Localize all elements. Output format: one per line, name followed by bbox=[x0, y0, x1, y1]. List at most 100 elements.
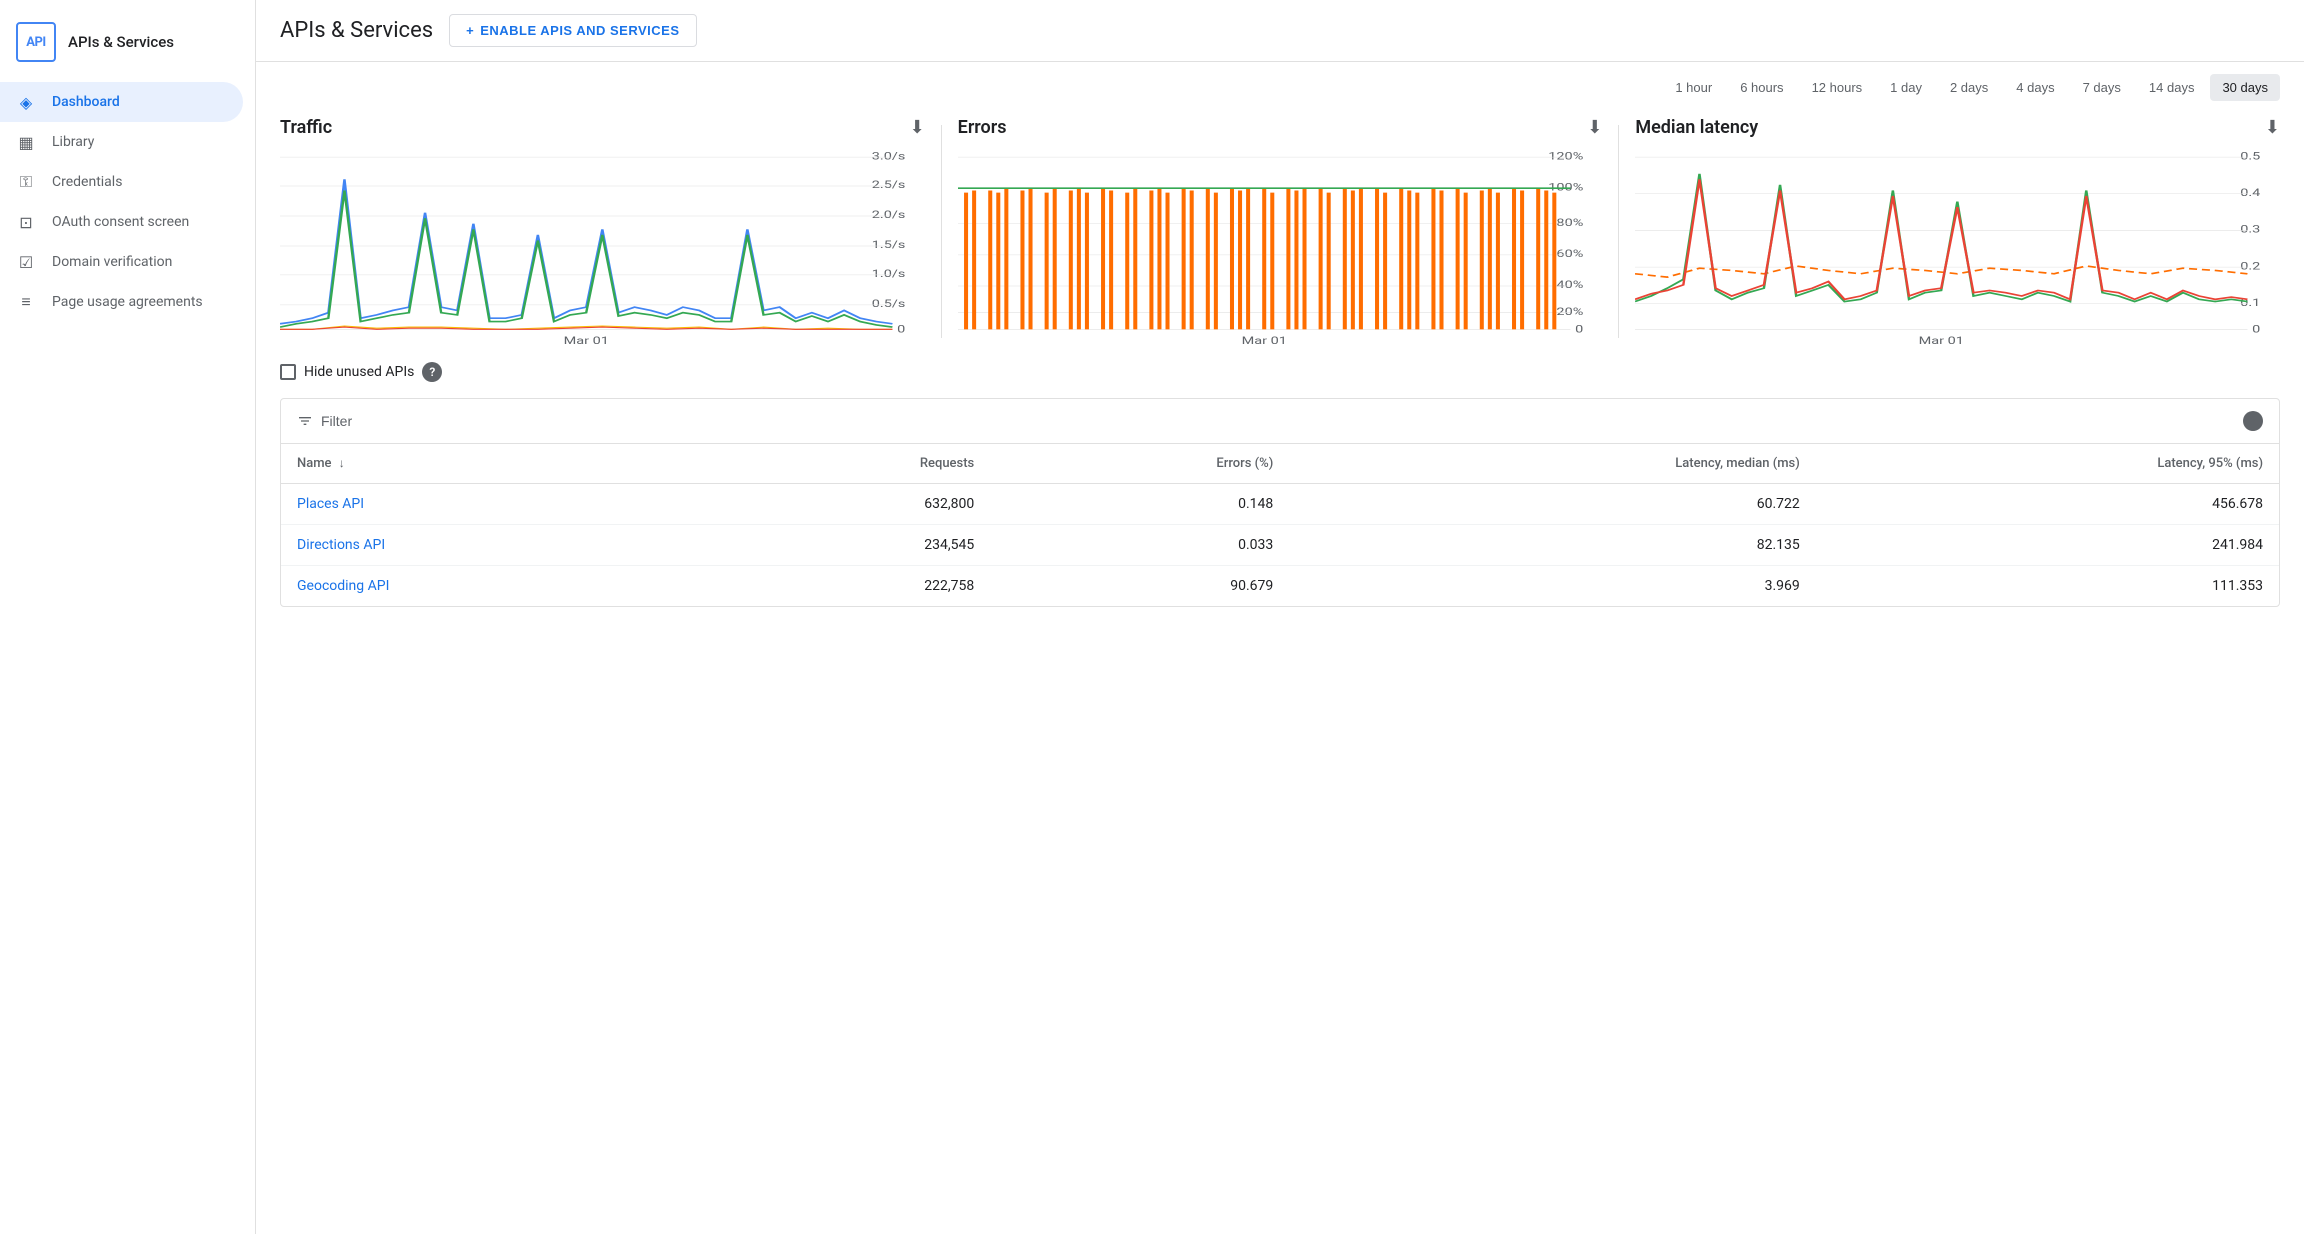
svg-text:2.5/s: 2.5/s bbox=[872, 179, 906, 191]
api-logo: API bbox=[16, 22, 56, 62]
cell-name[interactable]: Directions API bbox=[281, 525, 700, 566]
credentials-nav-label: Credentials bbox=[52, 174, 122, 190]
time-filter-4-days[interactable]: 4 days bbox=[2004, 74, 2066, 101]
cell-requests: 222,758 bbox=[700, 566, 991, 607]
time-filter-2-days[interactable]: 2 days bbox=[1938, 74, 2000, 101]
sidebar-nav: ◈ Dashboard ▦ Library ⚿Credentials ⊡ OAuth con… bbox=[0, 82, 255, 322]
traffic-chart-container: Traffic ⬇ 3.0/s 2.5/s 2.0/s 1.5/s 1.0/s … bbox=[280, 117, 941, 346]
svg-text:0: 0 bbox=[1575, 324, 1583, 336]
svg-text:0: 0 bbox=[2253, 324, 2261, 336]
time-filter-14-days[interactable]: 14 days bbox=[2137, 74, 2207, 101]
filter-label: Filter bbox=[321, 413, 352, 429]
domain-nav-label: Domain verification bbox=[52, 254, 172, 270]
latency-chart-container: Median latency ⬇ 0.5 0.4 0.3 0.2 0.1 0 bbox=[1619, 117, 2280, 346]
sidebar-item-page-usage[interactable]: ≡ Page usage agreements bbox=[0, 282, 243, 322]
cell-errors: 90.679 bbox=[990, 566, 1289, 607]
errors-chart-title: Errors bbox=[958, 117, 1007, 138]
latency-chart-title: Median latency bbox=[1635, 117, 1758, 138]
time-filter-1-hour[interactable]: 1 hour bbox=[1663, 74, 1724, 101]
page-usage-nav-icon: ≡ bbox=[16, 292, 36, 312]
cell-latency-95: 456.678 bbox=[1816, 484, 2279, 525]
table-row: Places API 632,800 0.148 60.722 456.678 bbox=[281, 484, 2279, 525]
dashboard-nav-label: Dashboard bbox=[52, 94, 120, 110]
svg-text:0.2: 0.2 bbox=[2241, 261, 2261, 273]
table-toolbar: Filter ? bbox=[281, 399, 2279, 444]
col-latency-median: Latency, median (ms) bbox=[1289, 444, 1816, 484]
sidebar: API APIs & Services ◈ Dashboard ▦ Library ⚿C… bbox=[0, 0, 256, 1234]
enable-btn-label: ENABLE APIS AND SERVICES bbox=[480, 23, 679, 38]
sidebar-item-oauth[interactable]: ⊡ OAuth consent screen bbox=[0, 202, 243, 242]
hide-unused-label: Hide unused APIs bbox=[304, 364, 414, 380]
oauth-nav-icon: ⊡ bbox=[16, 212, 36, 232]
table-section: Hide unused APIs ? Filter ? Name bbox=[256, 362, 2304, 631]
sidebar-item-domain[interactable]: ☑Domain verification bbox=[0, 242, 243, 282]
latency-chart-header: Median latency ⬇ bbox=[1635, 117, 2280, 138]
api-table-wrapper: Filter ? Name ↓ Requests Errors (%) Late… bbox=[280, 398, 2280, 607]
enable-apis-button[interactable]: + ENABLE APIS AND SERVICES bbox=[449, 14, 696, 47]
traffic-chart: 3.0/s 2.5/s 2.0/s 1.5/s 1.0/s 0.5/s 0 bbox=[280, 146, 925, 346]
hide-unused-help-icon[interactable]: ? bbox=[422, 362, 442, 382]
sidebar-title: APIs & Services bbox=[68, 33, 174, 51]
svg-text:0.4: 0.4 bbox=[2241, 187, 2261, 199]
svg-text:1.0/s: 1.0/s bbox=[872, 268, 906, 280]
oauth-nav-label: OAuth consent screen bbox=[52, 214, 189, 230]
svg-text:40%: 40% bbox=[1556, 279, 1583, 291]
latency-chart: 0.5 0.4 0.3 0.2 0.1 0 bbox=[1635, 146, 2280, 346]
svg-text:80%: 80% bbox=[1556, 217, 1583, 229]
time-filter-bar: 1 hour6 hours12 hours1 day2 days4 days7 … bbox=[256, 62, 2304, 101]
cell-errors: 0.148 bbox=[990, 484, 1289, 525]
svg-text:Mar 01: Mar 01 bbox=[1241, 335, 1286, 346]
svg-text:60%: 60% bbox=[1556, 248, 1583, 260]
time-filter-7-days[interactable]: 7 days bbox=[2071, 74, 2133, 101]
sidebar-item-library[interactable]: ▦ Library bbox=[0, 122, 243, 162]
api-table: Name ↓ Requests Errors (%) Latency, medi… bbox=[281, 444, 2279, 606]
svg-text:Mar 01: Mar 01 bbox=[1919, 335, 1964, 346]
svg-text:20%: 20% bbox=[1556, 306, 1583, 318]
svg-text:2.0/s: 2.0/s bbox=[872, 209, 906, 221]
cell-latency-median: 82.135 bbox=[1289, 525, 1816, 566]
errors-chart-container: Errors ⬇ 120% 100% 80% 60% 40% 20% 0 bbox=[942, 117, 1619, 346]
sort-icon[interactable]: ↓ bbox=[339, 456, 345, 470]
charts-area: Traffic ⬇ 3.0/s 2.5/s 2.0/s 1.5/s 1.0/s … bbox=[256, 101, 2304, 362]
errors-download-icon[interactable]: ⬇ bbox=[1587, 117, 1602, 138]
main-content: APIs & Services + ENABLE APIS AND SERVIC… bbox=[256, 0, 2304, 1234]
svg-text:0.5/s: 0.5/s bbox=[872, 298, 906, 310]
svg-text:120%: 120% bbox=[1548, 151, 1583, 163]
cell-requests: 234,545 bbox=[700, 525, 991, 566]
cell-latency-median: 3.969 bbox=[1289, 566, 1816, 607]
time-filter-6-hours[interactable]: 6 hours bbox=[1728, 74, 1795, 101]
traffic-download-icon[interactable]: ⬇ bbox=[910, 117, 925, 138]
cell-requests: 632,800 bbox=[700, 484, 991, 525]
cell-latency-95: 111.353 bbox=[1816, 566, 2279, 607]
table-row: Directions API 234,545 0.033 82.135 241.… bbox=[281, 525, 2279, 566]
time-filter-12-hours[interactable]: 12 hours bbox=[1800, 74, 1875, 101]
col-requests: Requests bbox=[700, 444, 991, 484]
col-name: Name ↓ bbox=[281, 444, 700, 484]
hide-unused-checkbox[interactable] bbox=[280, 364, 296, 380]
table-help-icon[interactable]: ? bbox=[2243, 411, 2263, 431]
library-nav-icon: ▦ bbox=[16, 132, 36, 152]
filter-button[interactable]: Filter bbox=[297, 413, 352, 429]
filter-icon bbox=[297, 413, 313, 429]
main-header: APIs & Services + ENABLE APIS AND SERVIC… bbox=[256, 0, 2304, 62]
sidebar-item-dashboard[interactable]: ◈ Dashboard bbox=[0, 82, 243, 122]
page-usage-nav-label: Page usage agreements bbox=[52, 294, 203, 310]
svg-text:0: 0 bbox=[897, 324, 905, 336]
svg-text:0.5: 0.5 bbox=[2241, 151, 2261, 163]
cell-name[interactable]: Places API bbox=[281, 484, 700, 525]
cell-latency-median: 60.722 bbox=[1289, 484, 1816, 525]
library-nav-label: Library bbox=[52, 134, 94, 150]
sidebar-item-credentials[interactable]: ⚿Credentials bbox=[0, 162, 243, 202]
time-filter-1-day[interactable]: 1 day bbox=[1878, 74, 1934, 101]
col-latency-95: Latency, 95% (ms) bbox=[1816, 444, 2279, 484]
plus-icon: + bbox=[466, 23, 474, 38]
dashboard-nav-icon: ◈ bbox=[16, 92, 36, 112]
time-filter-30-days[interactable]: 30 days bbox=[2210, 74, 2280, 101]
cell-name[interactable]: Geocoding API bbox=[281, 566, 700, 607]
latency-download-icon[interactable]: ⬇ bbox=[2265, 117, 2280, 138]
errors-chart: 120% 100% 80% 60% 40% 20% 0 bbox=[958, 146, 1603, 346]
hide-unused-row: Hide unused APIs ? bbox=[280, 362, 2280, 382]
traffic-chart-header: Traffic ⬇ bbox=[280, 117, 925, 138]
errors-chart-header: Errors ⬇ bbox=[958, 117, 1603, 138]
svg-text:0.3: 0.3 bbox=[2241, 224, 2261, 236]
